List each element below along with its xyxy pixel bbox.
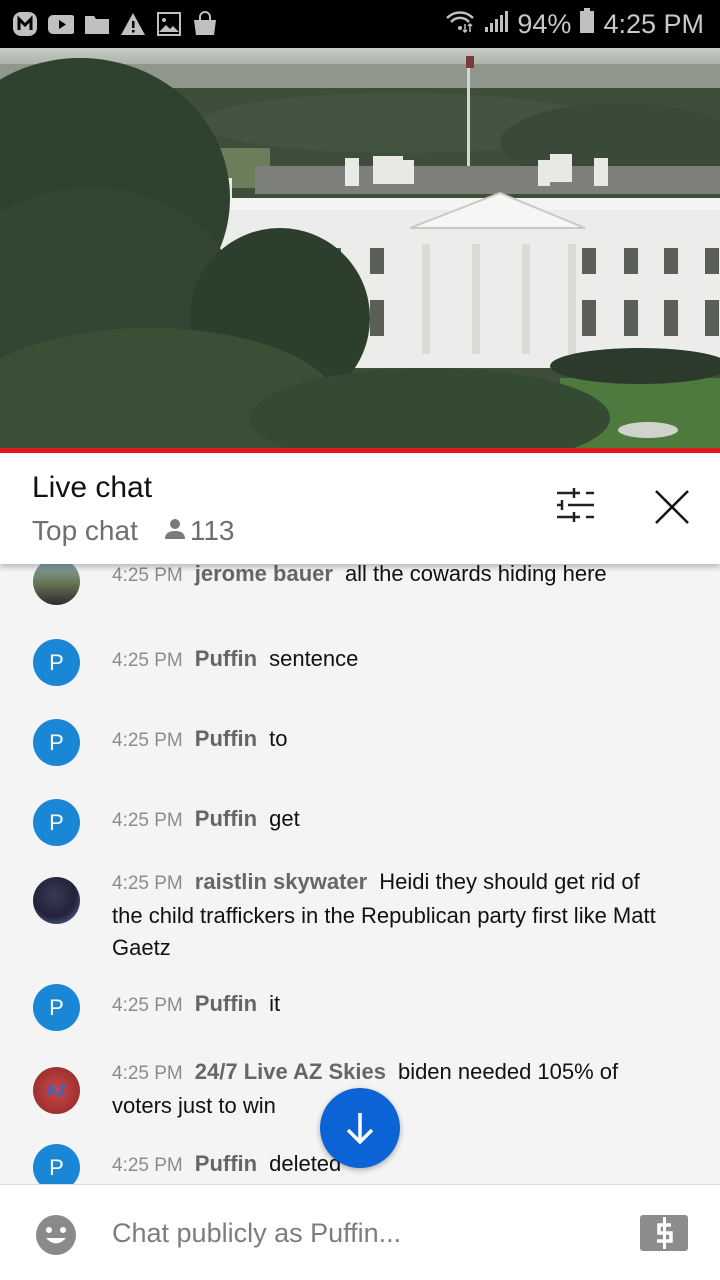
message-time: 4:25 PM: [112, 1063, 183, 1084]
video-player[interactable]: [0, 48, 720, 450]
avatar[interactable]: P: [33, 1144, 80, 1184]
dollar-icon: [657, 1217, 673, 1249]
avatar-initial: AZ: [46, 1082, 67, 1099]
super-chat-button[interactable]: [640, 1215, 688, 1251]
close-icon: [655, 490, 689, 524]
video-frame: [0, 48, 720, 450]
folder-icon: [84, 11, 110, 37]
message-time: 4:25 PM: [112, 650, 183, 671]
message-time: 4:25 PM: [112, 1155, 183, 1176]
person-icon: [164, 515, 186, 547]
avatar-initial: P: [49, 1154, 64, 1180]
message-text: get: [269, 806, 300, 831]
message-text: sentence: [269, 646, 359, 671]
avatar[interactable]: P: [33, 719, 80, 766]
message-text: to: [269, 726, 288, 751]
message-text: all the cowards hiding here: [344, 564, 607, 586]
battery-icon: [579, 7, 595, 41]
message-author[interactable]: Puffin: [195, 726, 257, 751]
gallery-icon: [156, 11, 182, 37]
arrow-down-icon: [346, 1113, 374, 1145]
avatar[interactable]: AZ: [33, 1067, 80, 1114]
avatar-initial: P: [49, 649, 64, 675]
message-author[interactable]: Puffin: [195, 991, 257, 1016]
avatar[interactable]: P: [33, 799, 80, 846]
status-bar: 94% 4:25 PM: [0, 0, 720, 48]
message-author[interactable]: raistlin skywater: [195, 869, 367, 894]
message-time: 4:25 PM: [112, 565, 183, 586]
emoji-button[interactable]: [36, 1215, 76, 1255]
sliders-icon: [557, 488, 594, 522]
message-time: 4:25 PM: [112, 873, 183, 894]
message-author[interactable]: jerome bauer: [195, 564, 333, 586]
message-text: Heidi they should get rid of the child t…: [112, 869, 656, 960]
warning-icon: [120, 11, 146, 37]
filter-settings-button[interactable]: [552, 487, 598, 527]
avatar[interactable]: [33, 877, 80, 924]
m-app-icon: [12, 11, 38, 37]
message-time: 4:25 PM: [112, 995, 183, 1016]
viewer-count: 113: [189, 515, 235, 546]
chat-message-input[interactable]: [112, 1213, 612, 1253]
close-chat-button[interactable]: [648, 483, 696, 531]
avatar[interactable]: P: [33, 639, 80, 686]
message-author[interactable]: Puffin: [195, 646, 257, 671]
message-time: 4:25 PM: [112, 730, 183, 751]
chat-input-bar: [0, 1184, 720, 1280]
wifi-icon: [445, 9, 475, 40]
scroll-to-bottom-button[interactable]: [320, 1088, 400, 1168]
message-author[interactable]: 24/7 Live AZ Skies: [195, 1059, 386, 1084]
avatar-initial: P: [49, 994, 64, 1020]
message-text: it: [269, 991, 281, 1016]
avatar[interactable]: P: [33, 984, 80, 1031]
battery-percent: 94%: [517, 8, 572, 39]
avatar-initial: P: [49, 809, 64, 835]
smiley-icon: [36, 1215, 76, 1255]
signal-icon: [483, 9, 509, 40]
message-time: 4:25 PM: [112, 810, 183, 831]
shopping-bag-icon: [192, 11, 218, 37]
avatar-initial: P: [49, 729, 64, 755]
youtube-icon: [48, 11, 74, 37]
message-author[interactable]: Puffin: [195, 1151, 257, 1176]
message-author[interactable]: Puffin: [195, 806, 257, 831]
chat-mode-dropdown[interactable]: Top chat: [32, 515, 138, 547]
clock: 4:25 PM: [603, 8, 704, 39]
chat-title: Live chat: [32, 471, 153, 504]
avatar[interactable]: [33, 564, 80, 605]
chat-header: Live chat Top chat 113: [0, 453, 720, 564]
